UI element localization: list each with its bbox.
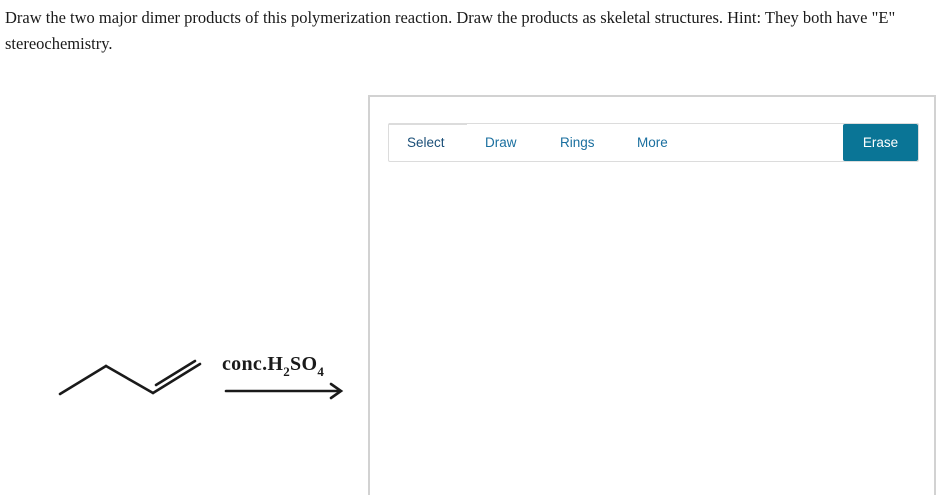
draw-tool-button[interactable]: Draw: [485, 124, 517, 161]
double-bond-inner: [154, 359, 197, 387]
drawing-panel: Select Draw Rings More Erase: [368, 95, 936, 495]
reagent-prefix: conc.H: [222, 353, 283, 375]
reagent-subscript-4: 4: [317, 364, 324, 379]
drawing-toolbar: Select Draw Rings More Erase: [388, 123, 919, 162]
double-bond-outer: [151, 362, 202, 395]
reagent-label: conc.H2SO4: [222, 353, 324, 379]
drawing-canvas[interactable]: [370, 167, 934, 495]
butene-skeletal-structure: [58, 359, 202, 396]
rings-tool-button[interactable]: Rings: [560, 124, 595, 161]
question-text: Draw the two major dimer products of thi…: [5, 8, 896, 53]
bond-c1-c2: [58, 364, 108, 396]
more-tool-button[interactable]: More: [637, 124, 668, 161]
reagent-mid: SO: [290, 353, 317, 375]
reagent-subscript-2: 2: [283, 364, 290, 379]
reaction-scheme: conc.H2SO4: [0, 330, 360, 420]
select-tool-button[interactable]: Select: [407, 124, 445, 161]
reaction-arrow: [224, 382, 344, 400]
bond-c2-c3: [104, 364, 155, 395]
erase-button[interactable]: Erase: [843, 124, 918, 161]
reaction-svg: conc.H2SO4: [58, 353, 344, 400]
